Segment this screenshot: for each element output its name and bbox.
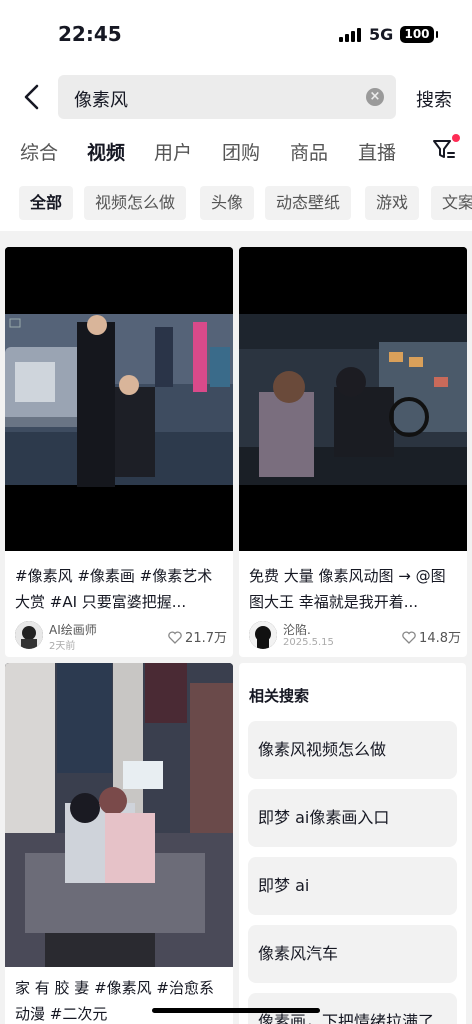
video-thumbnail[interactable] — [5, 247, 233, 551]
author-name[interactable]: AI绘画师 — [49, 621, 97, 638]
video-feed[interactable]: #像素风 #像素画 #像素艺术大赏 #AI 只要富婆把握... AI绘画师 2天… — [0, 231, 472, 1024]
video-card[interactable]: #像素风 #像素画 #像素艺术大赏 #AI 只要富婆把握... AI绘画师 2天… — [5, 247, 233, 657]
video-meta: AI绘画师 2天前 21.7万 — [15, 621, 227, 652]
tab-live[interactable]: 直播 — [358, 138, 396, 165]
notification-dot — [452, 134, 460, 142]
tab-products[interactable]: 商品 — [290, 138, 328, 165]
chip-wallpaper[interactable]: 动态壁纸 — [265, 186, 352, 220]
tab-all[interactable]: 综合 — [20, 138, 58, 165]
video-title[interactable]: 家 有 胶 妻 #像素风 #治愈系动漫 #二次元 — [15, 975, 225, 1024]
video-title[interactable]: #像素风 #像素画 #像素艺术大赏 #AI 只要富婆把握... — [15, 563, 225, 615]
search-header: 像素风 × 搜索 — [0, 70, 472, 125]
like-count-value: 14.8万 — [419, 631, 461, 646]
search-query[interactable]: 像素风 — [74, 86, 128, 112]
related-searches: 相关搜索 像素风视频怎么做 即梦 ai像素画入口 即梦 ai 像素风汽车 像素画… — [239, 663, 466, 1024]
tab-video[interactable]: 视频 — [87, 138, 125, 165]
battery-icon: 100 — [400, 26, 438, 43]
filter-icon[interactable] — [432, 134, 460, 161]
related-search-item[interactable]: 像素风视频怎么做 — [248, 721, 457, 779]
filter-chips: 全部 视频怎么做 头像 动态壁纸 游戏 文案 — [0, 175, 472, 231]
related-searches-heading: 相关搜索 — [249, 687, 310, 705]
signal-icon — [339, 28, 361, 42]
battery-level: 100 — [404, 27, 430, 41]
video-thumbnail[interactable] — [239, 247, 467, 551]
avatar[interactable] — [249, 621, 277, 649]
chip-avatar[interactable]: 头像 — [200, 186, 255, 220]
network-label: 5G — [369, 25, 394, 44]
chip-copy[interactable]: 文案 — [431, 186, 472, 220]
chip-all[interactable]: 全部 — [19, 186, 74, 220]
tab-group-buy[interactable]: 团购 — [222, 138, 260, 165]
video-title[interactable]: 免费 大量 像素风动图 → @图图大王 幸福就是我开着... — [249, 563, 459, 615]
post-date: 2025.5.15 — [283, 637, 334, 648]
like-count-value: 21.7万 — [185, 631, 227, 646]
heart-icon — [402, 631, 416, 644]
video-meta: 沦陷. 2025.5.15 14.8万 — [249, 621, 461, 651]
video-card[interactable]: 免费 大量 像素风动图 → @图图大王 幸福就是我开着... 沦陷. 2025.… — [239, 247, 467, 657]
video-thumbnail[interactable] — [5, 663, 233, 967]
status-bar: 22:45 5G 100 — [0, 0, 472, 70]
result-tabs: 综合 视频 用户 团购 商品 直播 — [0, 125, 472, 175]
like-count[interactable]: 21.7万 — [168, 627, 227, 646]
author-name[interactable]: 沦陷. — [283, 621, 311, 638]
related-search-item[interactable]: 即梦 ai像素画入口 — [248, 789, 457, 847]
video-card[interactable]: 家 有 胶 妻 #像素风 #治愈系动漫 #二次元 — [5, 663, 233, 1024]
like-count[interactable]: 14.8万 — [402, 627, 461, 646]
related-search-item[interactable]: 即梦 ai — [248, 857, 457, 915]
post-date: 2天前 — [49, 641, 76, 652]
search-input[interactable]: 像素风 × — [58, 75, 396, 119]
heart-icon — [168, 631, 182, 644]
chip-how-to[interactable]: 视频怎么做 — [84, 186, 187, 220]
status-time: 22:45 — [58, 22, 122, 46]
search-button[interactable]: 搜索 — [416, 86, 452, 112]
related-search-item[interactable]: 像素风汽车 — [248, 925, 457, 983]
chip-games[interactable]: 游戏 — [365, 186, 420, 220]
back-icon[interactable] — [18, 82, 46, 112]
clear-icon[interactable]: × — [366, 88, 384, 106]
tab-users[interactable]: 用户 — [154, 138, 192, 165]
avatar[interactable] — [15, 621, 43, 649]
home-indicator[interactable] — [152, 1008, 320, 1013]
